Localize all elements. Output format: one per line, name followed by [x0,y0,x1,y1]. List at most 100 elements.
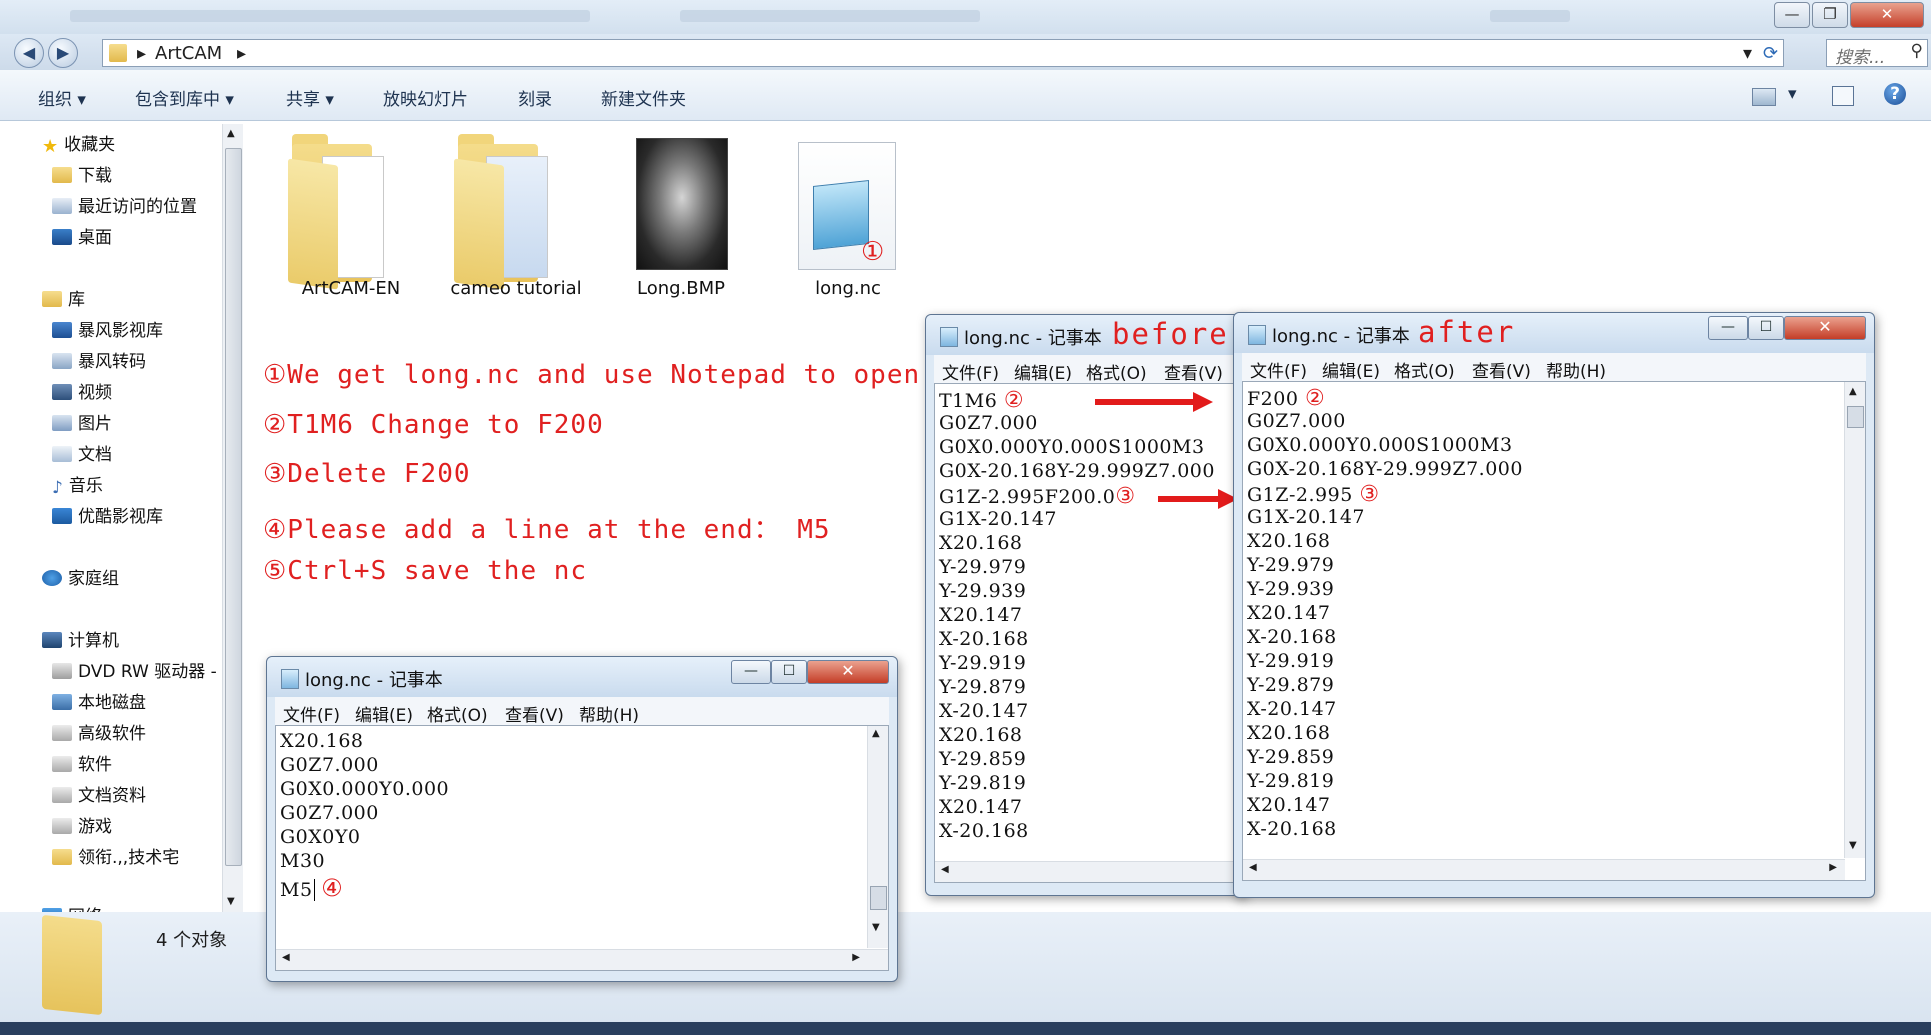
nav-libraries[interactable]: 库 [42,287,85,313]
file-item-long-nc[interactable]: ① [798,142,896,270]
file-item-long-bmp[interactable] [636,138,728,270]
scroll-thumb[interactable] [1847,406,1864,428]
vertical-scrollbar[interactable]: ▲ ▼ [1844,382,1865,858]
scroll-up-icon[interactable]: ▲ [872,728,880,739]
scroll-up-icon[interactable]: ▲ [1849,386,1857,397]
text-editor[interactable]: F200 ② G0Z7.000 G0X0.000Y0.000S1000M3 G0… [1242,381,1866,881]
horizontal-scrollbar[interactable]: ◀ ▶ [1243,859,1845,880]
view-options-icon[interactable] [1752,88,1776,106]
organize-button[interactable]: 组织 ▾ [38,85,86,110]
nav-drive-docs[interactable]: 文档资料 [52,783,146,809]
menu-edit[interactable]: 编辑(E) [1322,357,1380,382]
scroll-up-icon[interactable]: ▲ [227,128,235,139]
nav-network[interactable]: 网络 [42,900,102,912]
horizontal-scrollbar[interactable]: ◀ ▶ [276,949,888,970]
scroll-down-icon[interactable]: ▼ [1849,840,1857,851]
nav-drive-local[interactable]: 本地磁盘 [52,690,146,716]
maximize-button[interactable]: ☐ [1748,316,1784,340]
preview-pane-icon[interactable] [1832,86,1854,106]
code-line: G1X-20.147 [1247,506,1366,528]
menu-help[interactable]: 帮助(H) [1546,357,1606,382]
code-line: G0X-20.168Y-29.999Z7.000 [939,460,1215,482]
search-input[interactable]: 搜索... ⚲ [1826,39,1928,68]
scroll-right-icon[interactable]: ▶ [1829,862,1837,873]
nav-lib-music[interactable]: ♪ 音乐 [52,473,103,499]
file-label[interactable]: long.nc [800,278,896,299]
text-editor[interactable]: T1M6 ② G0Z7.000 G0X0.000Y0.000S1000M3 G0… [934,383,1238,883]
slideshow-button[interactable]: 放映幻灯片 [383,85,468,110]
menu-file[interactable]: 文件(F) [283,701,340,726]
nav-lib-documents[interactable]: 文档 [52,442,112,468]
library-folder-icon [52,353,72,369]
scroll-down-icon[interactable]: ▼ [227,896,235,907]
horizontal-scrollbar[interactable]: ◀ [935,861,1237,882]
folder-icon [454,134,548,290]
scroll-left-icon[interactable]: ◀ [1249,862,1257,873]
nav-drive-dvd[interactable]: DVD RW 驱动器 - [52,659,217,685]
menu-format[interactable]: 格式(O) [1394,357,1455,382]
nav-recent[interactable]: 最近访问的位置 [52,194,197,220]
menu-view[interactable]: 查看(V) [505,701,564,726]
refresh-icon[interactable]: ⟳ [1763,43,1778,64]
vertical-scrollbar[interactable]: ▲ ▼ [867,726,888,948]
menu-file[interactable]: 文件(F) [942,359,999,384]
scroll-left-icon[interactable]: ◀ [941,864,949,875]
address-dropdown-icon[interactable]: ▾ [1743,43,1752,64]
scroll-left-icon[interactable]: ◀ [282,952,290,963]
nav-downloads[interactable]: 下载 [52,163,112,189]
forward-button[interactable]: ▶ [48,38,78,68]
close-button[interactable]: ✕ [807,660,889,684]
nav-drive-advanced[interactable]: 高级软件 [52,721,146,747]
nav-drive-games[interactable]: 游戏 [52,814,112,840]
new-folder-button[interactable]: 新建文件夹 [601,85,686,110]
menu-format[interactable]: 格式(O) [427,701,488,726]
nav-homegroup[interactable]: 家庭组 [42,566,119,592]
menu-format[interactable]: 格式(O) [1086,359,1147,384]
breadcrumb-artcam[interactable]: ArtCAM [155,43,222,64]
before-label: before [1112,317,1229,351]
maximize-button[interactable]: ☐ [771,660,807,684]
burn-button[interactable]: 刻录 [518,85,552,110]
nav-lib-youku[interactable]: 优酷影视库 [52,504,163,530]
window-close-button[interactable]: ✕ [1850,2,1924,28]
scroll-thumb[interactable] [870,886,887,910]
menu-file[interactable]: 文件(F) [1250,357,1307,382]
nav-label: 软件 [78,755,112,775]
menu-edit[interactable]: 编辑(E) [355,701,413,726]
nav-lib-videos[interactable]: 视频 [52,380,112,406]
scroll-right-icon[interactable]: ▶ [852,952,860,963]
include-library-button[interactable]: 包含到库中 ▾ [135,85,234,110]
file-label[interactable]: ArtCAM-EN [290,278,412,299]
nav-computer[interactable]: 计算机 [42,628,119,654]
nav-drive-software[interactable]: 软件 [52,752,112,778]
nav-lib-storm-video[interactable]: 暴风影视库 [52,318,163,344]
back-button[interactable]: ◀ [14,38,44,68]
drive-icon [52,787,72,803]
text-editor[interactable]: X20.168 G0Z7.000 G0X0.000Y0.000 G0Z7.000… [275,725,889,971]
help-icon[interactable]: ? [1884,83,1906,105]
nav-drive-tech[interactable]: 领衔.,,技术宅 [52,845,179,871]
nav-scrollbar[interactable]: ▲ ▼ [222,124,243,914]
nav-desktop[interactable]: 桌面 [52,225,112,251]
share-button[interactable]: 共享 ▾ [286,85,334,110]
window-maximize-button[interactable]: ❐ [1812,2,1848,28]
search-icon[interactable]: ⚲ [1911,41,1923,61]
menu-edit[interactable]: 编辑(E) [1014,359,1072,384]
nav-lib-pictures[interactable]: 图片 [52,411,112,437]
nav-favorites[interactable]: ★ 收藏夹 [42,132,115,158]
minimize-button[interactable]: — [731,660,771,684]
window-minimize-button[interactable]: — [1774,2,1810,28]
menu-view[interactable]: 查看(V) [1472,357,1531,382]
scroll-down-icon[interactable]: ▼ [872,922,880,933]
close-button[interactable]: ✕ [1784,316,1866,340]
nav-label: 视频 [78,383,112,403]
minimize-button[interactable]: — [1708,316,1748,340]
menu-view[interactable]: 查看(V) [1164,359,1223,384]
nav-scroll-thumb[interactable] [225,148,242,866]
view-dropdown-icon[interactable]: ▾ [1788,84,1797,104]
menu-help[interactable]: 帮助(H) [579,701,639,726]
file-label[interactable]: cameo tutorial [446,278,586,299]
file-label[interactable]: Long.BMP [626,278,736,299]
nav-lib-storm-convert[interactable]: 暴风转码 [52,349,146,375]
address-bar[interactable]: ▸ ArtCAM ▸ ▾ ⟳ [102,39,1784,67]
